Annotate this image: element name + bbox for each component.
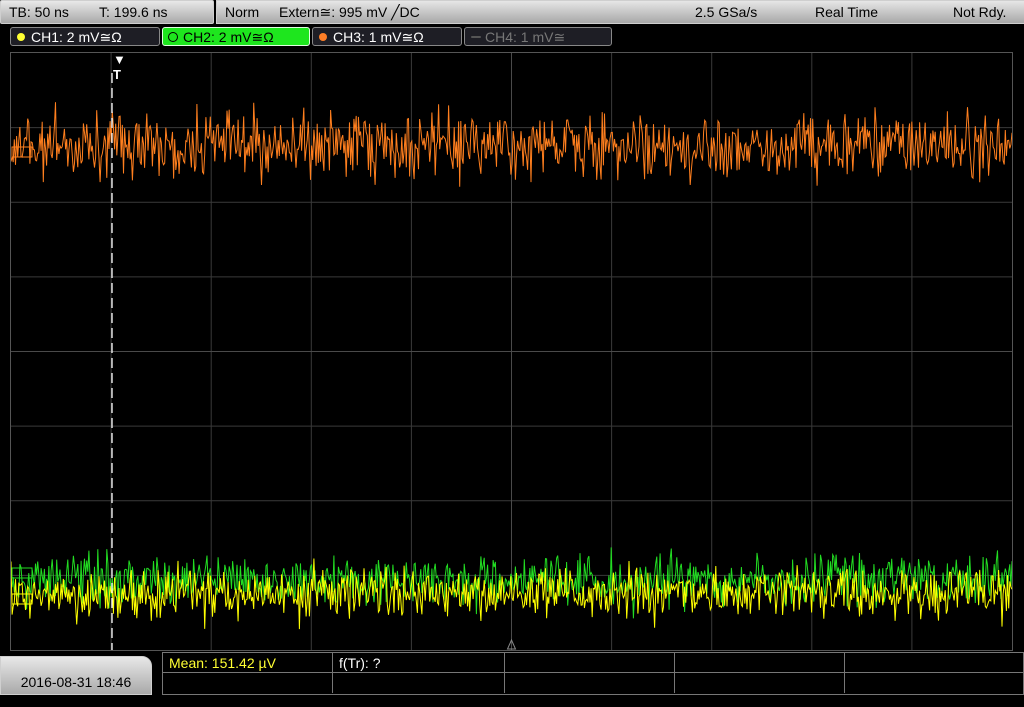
measurement-slot-10 bbox=[845, 673, 1023, 693]
trigger-position-icon[interactable]: ▼ T bbox=[113, 52, 126, 82]
measurement-slot-6 bbox=[163, 673, 333, 693]
mean-measurement: Mean: 151.42 µV bbox=[163, 653, 333, 673]
trigger-time-label: T: 199.6 ns bbox=[99, 4, 168, 20]
measurement-panel[interactable]: Mean: 151.42 µV f(Tr): ? bbox=[162, 652, 1024, 695]
channel-2-indicator-icon bbox=[168, 32, 178, 42]
trigger-source: Extern≅: 995 mV ╱DC bbox=[279, 4, 420, 20]
channel-4-button[interactable]: CH4: 1 mV≅ bbox=[464, 27, 612, 46]
channel-4-indicator-icon bbox=[471, 36, 481, 38]
channel-bar: CH1: 2 mV≅Ω CH2: 2 mV≅Ω CH3: 1 mV≅Ω CH4:… bbox=[0, 25, 1024, 49]
channel-3-label: CH3: 1 mV≅Ω bbox=[333, 29, 424, 45]
acquisition-mode: Real Time bbox=[815, 4, 879, 20]
channel-1-button[interactable]: CH1: 2 mV≅Ω bbox=[10, 27, 160, 46]
measurement-slot-9 bbox=[675, 673, 845, 693]
trigger-mode: Norm bbox=[225, 4, 260, 20]
measurement-slot-3 bbox=[505, 653, 675, 673]
frequency-measurement: f(Tr): ? bbox=[333, 653, 505, 673]
measurement-slot-5 bbox=[845, 653, 1023, 673]
sample-rate: 2.5 GSa/s bbox=[695, 4, 758, 20]
acquisition-status-bar[interactable]: Norm Extern≅: 995 mV ╱DC 2.5 GSa/s Real … bbox=[216, 0, 1024, 24]
channel-4-label: CH4: 1 mV≅ bbox=[485, 29, 566, 45]
channel-3-button[interactable]: CH3: 1 mV≅Ω bbox=[312, 27, 462, 46]
timebase-panel[interactable]: TB: 50 ns T: 199.6 ns bbox=[0, 0, 214, 24]
channel-2-button[interactable]: CH2: 2 mV≅Ω bbox=[162, 27, 310, 46]
measurement-slot-4 bbox=[675, 653, 845, 673]
ready-status: Not Rdy. bbox=[953, 4, 1007, 20]
waveform-canvas bbox=[11, 53, 1012, 650]
channel-1-indicator-icon bbox=[17, 33, 25, 41]
channel-1-label: CH1: 2 mV≅Ω bbox=[31, 29, 122, 45]
top-bar: TB: 50 ns T: 199.6 ns Norm Extern≅: 995 … bbox=[0, 0, 1024, 24]
channel-2-label: CH2: 2 mV≅Ω bbox=[183, 29, 274, 45]
measurement-slot-7 bbox=[333, 673, 505, 693]
datetime-display: 2016-08-31 18:46 bbox=[0, 656, 152, 695]
measurement-slot-8 bbox=[505, 673, 675, 693]
waveform-display[interactable]: ▼ T bbox=[10, 52, 1013, 651]
timebase-label: TB: 50 ns bbox=[9, 4, 69, 20]
channel-3-indicator-icon bbox=[319, 33, 327, 41]
